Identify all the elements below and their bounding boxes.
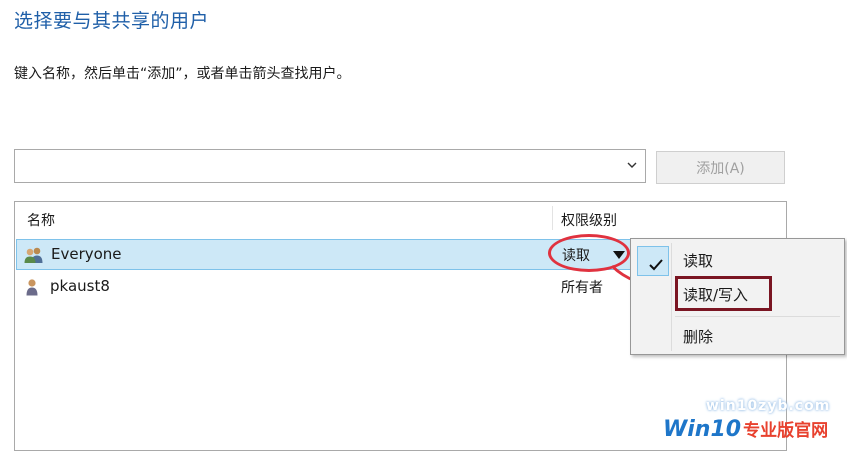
row-user-name: Everyone xyxy=(51,245,122,263)
menu-item-read[interactable]: 读取 xyxy=(683,250,713,271)
menu-check-highlight xyxy=(637,246,669,276)
group-users-icon xyxy=(24,247,43,263)
row-permission-level: 所有者 xyxy=(561,280,603,296)
column-divider xyxy=(552,206,553,230)
menu-item-read-write[interactable]: 读取/写入 xyxy=(683,284,748,305)
menu-gutter xyxy=(671,243,672,351)
instructions-text: 键入名称，然后单击“添加”，或者单击箭头查找用户。 xyxy=(14,66,351,82)
checkmark-icon xyxy=(649,259,663,271)
row-user-name: pkaust8 xyxy=(50,277,110,295)
column-header-name[interactable]: 名称 xyxy=(27,210,55,230)
column-header-permission[interactable]: 权限级别 xyxy=(561,210,617,230)
watermark-logo: Win10 专业版官网 xyxy=(663,416,828,442)
menu-separator xyxy=(675,316,840,317)
watermark-brand: Win10 xyxy=(663,417,742,442)
menu-item-remove[interactable]: 删除 xyxy=(683,326,713,347)
dialog-title: 选择要与其共享的用户 xyxy=(14,10,210,32)
add-button[interactable]: 添加(A) xyxy=(656,151,785,184)
watermark-brand-cn: 专业版官网 xyxy=(743,421,829,441)
watermark-url: win10zyb.com xyxy=(706,398,831,414)
chevron-down-icon[interactable] xyxy=(627,160,637,170)
user-icon xyxy=(26,279,38,296)
user-name-combobox[interactable] xyxy=(14,149,646,183)
permission-context-menu: 读取 读取/写入 删除 xyxy=(630,238,845,355)
